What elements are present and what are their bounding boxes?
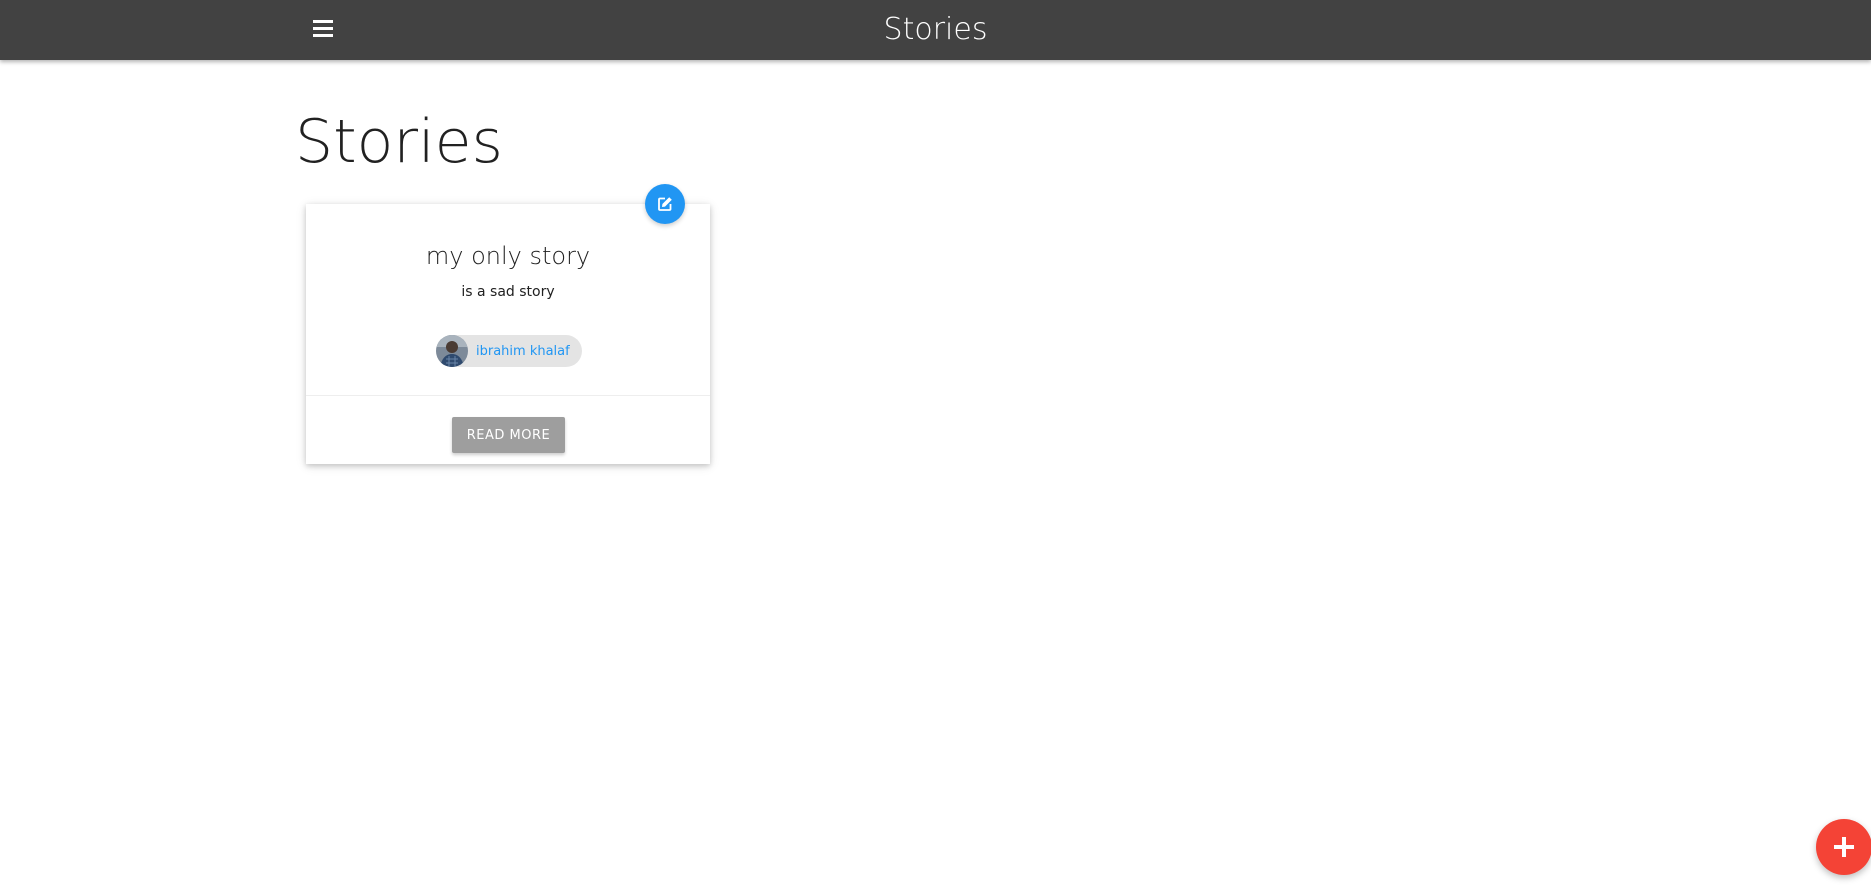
story-card-content: my only story is a sad story ibrahim kha…	[306, 204, 710, 396]
edit-icon	[658, 197, 672, 211]
add-story-button[interactable]	[1816, 819, 1871, 875]
author-chip[interactable]: ibrahim khalaf	[436, 335, 582, 367]
story-card-actions: READ MORE	[306, 396, 710, 464]
story-card: my only story is a sad story ibrahim kha…	[306, 204, 710, 464]
page-title: Stories	[295, 107, 503, 177]
edit-story-button[interactable]	[645, 184, 685, 224]
author-name: ibrahim khalaf	[476, 343, 570, 359]
author-avatar	[436, 335, 468, 367]
hamburger-menu-icon[interactable]	[310, 16, 336, 42]
top-navbar: Stories	[0, 0, 1871, 60]
story-subtitle: is a sad story	[461, 284, 555, 300]
read-more-button[interactable]: READ MORE	[452, 417, 565, 453]
story-title: my only story	[425, 242, 591, 270]
plus-icon	[1834, 837, 1854, 857]
navbar-title: Stories	[883, 12, 988, 47]
